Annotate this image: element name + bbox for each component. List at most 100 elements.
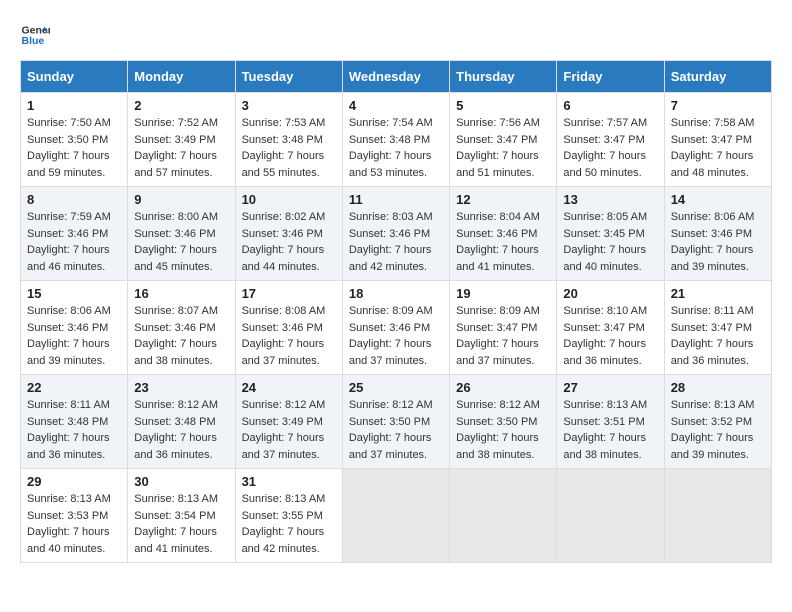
cell-info: Sunrise: 8:12 AMSunset: 3:50 PMDaylight:… (456, 399, 540, 461)
cell-info: Sunrise: 8:05 AMSunset: 3:45 PMDaylight:… (563, 211, 647, 273)
day-number: 27 (563, 380, 657, 395)
calendar-body: 1 Sunrise: 7:50 AMSunset: 3:50 PMDayligh… (21, 93, 772, 563)
cell-info: Sunrise: 7:57 AMSunset: 3:47 PMDaylight:… (563, 117, 647, 179)
day-number: 12 (456, 192, 550, 207)
calendar-week-5: 29 Sunrise: 8:13 AMSunset: 3:53 PMDaylig… (21, 469, 772, 563)
cell-info: Sunrise: 8:06 AMSunset: 3:46 PMDaylight:… (671, 211, 755, 273)
calendar-cell: 6 Sunrise: 7:57 AMSunset: 3:47 PMDayligh… (557, 93, 664, 187)
day-number: 6 (563, 98, 657, 113)
day-number: 29 (27, 474, 121, 489)
calendar-cell: 7 Sunrise: 7:58 AMSunset: 3:47 PMDayligh… (664, 93, 771, 187)
day-number: 9 (134, 192, 228, 207)
cell-info: Sunrise: 8:04 AMSunset: 3:46 PMDaylight:… (456, 211, 540, 273)
cell-info: Sunrise: 8:12 AMSunset: 3:48 PMDaylight:… (134, 399, 218, 461)
calendar-week-3: 15 Sunrise: 8:06 AMSunset: 3:46 PMDaylig… (21, 281, 772, 375)
calendar-cell (557, 469, 664, 563)
day-number: 20 (563, 286, 657, 301)
day-number: 19 (456, 286, 550, 301)
day-number: 22 (27, 380, 121, 395)
calendar-cell: 18 Sunrise: 8:09 AMSunset: 3:46 PMDaylig… (342, 281, 449, 375)
cell-info: Sunrise: 7:58 AMSunset: 3:47 PMDaylight:… (671, 117, 755, 179)
calendar-header-tuesday: Tuesday (235, 61, 342, 93)
calendar-cell: 10 Sunrise: 8:02 AMSunset: 3:46 PMDaylig… (235, 187, 342, 281)
cell-info: Sunrise: 8:11 AMSunset: 3:48 PMDaylight:… (27, 399, 110, 461)
calendar-header-saturday: Saturday (664, 61, 771, 93)
calendar-cell: 31 Sunrise: 8:13 AMSunset: 3:55 PMDaylig… (235, 469, 342, 563)
calendar-header-wednesday: Wednesday (342, 61, 449, 93)
calendar-week-4: 22 Sunrise: 8:11 AMSunset: 3:48 PMDaylig… (21, 375, 772, 469)
calendar-cell: 13 Sunrise: 8:05 AMSunset: 3:45 PMDaylig… (557, 187, 664, 281)
calendar-cell: 8 Sunrise: 7:59 AMSunset: 3:46 PMDayligh… (21, 187, 128, 281)
cell-info: Sunrise: 8:12 AMSunset: 3:49 PMDaylight:… (242, 399, 326, 461)
calendar-header-sunday: Sunday (21, 61, 128, 93)
day-number: 8 (27, 192, 121, 207)
calendar-header-row: SundayMondayTuesdayWednesdayThursdayFrid… (21, 61, 772, 93)
calendar-cell: 25 Sunrise: 8:12 AMSunset: 3:50 PMDaylig… (342, 375, 449, 469)
calendar-cell: 12 Sunrise: 8:04 AMSunset: 3:46 PMDaylig… (450, 187, 557, 281)
logo-icon: General Blue (20, 20, 50, 50)
day-number: 24 (242, 380, 336, 395)
page-header: General Blue (20, 20, 772, 50)
day-number: 31 (242, 474, 336, 489)
calendar-week-2: 8 Sunrise: 7:59 AMSunset: 3:46 PMDayligh… (21, 187, 772, 281)
calendar-cell (342, 469, 449, 563)
day-number: 4 (349, 98, 443, 113)
day-number: 18 (349, 286, 443, 301)
cell-info: Sunrise: 8:13 AMSunset: 3:55 PMDaylight:… (242, 493, 326, 555)
calendar-header-friday: Friday (557, 61, 664, 93)
cell-info: Sunrise: 8:06 AMSunset: 3:46 PMDaylight:… (27, 305, 111, 367)
day-number: 7 (671, 98, 765, 113)
calendar-cell: 19 Sunrise: 8:09 AMSunset: 3:47 PMDaylig… (450, 281, 557, 375)
cell-info: Sunrise: 7:59 AMSunset: 3:46 PMDaylight:… (27, 211, 111, 273)
cell-info: Sunrise: 7:56 AMSunset: 3:47 PMDaylight:… (456, 117, 540, 179)
calendar-cell: 20 Sunrise: 8:10 AMSunset: 3:47 PMDaylig… (557, 281, 664, 375)
day-number: 15 (27, 286, 121, 301)
cell-info: Sunrise: 8:12 AMSunset: 3:50 PMDaylight:… (349, 399, 433, 461)
calendar-week-1: 1 Sunrise: 7:50 AMSunset: 3:50 PMDayligh… (21, 93, 772, 187)
cell-info: Sunrise: 8:13 AMSunset: 3:54 PMDaylight:… (134, 493, 218, 555)
cell-info: Sunrise: 8:08 AMSunset: 3:46 PMDaylight:… (242, 305, 326, 367)
calendar-cell: 30 Sunrise: 8:13 AMSunset: 3:54 PMDaylig… (128, 469, 235, 563)
calendar-cell: 24 Sunrise: 8:12 AMSunset: 3:49 PMDaylig… (235, 375, 342, 469)
calendar-cell: 4 Sunrise: 7:54 AMSunset: 3:48 PMDayligh… (342, 93, 449, 187)
calendar-header-monday: Monday (128, 61, 235, 93)
svg-text:Blue: Blue (22, 35, 45, 47)
cell-info: Sunrise: 8:13 AMSunset: 3:51 PMDaylight:… (563, 399, 647, 461)
cell-info: Sunrise: 8:13 AMSunset: 3:52 PMDaylight:… (671, 399, 755, 461)
cell-info: Sunrise: 8:09 AMSunset: 3:46 PMDaylight:… (349, 305, 433, 367)
calendar-cell: 2 Sunrise: 7:52 AMSunset: 3:49 PMDayligh… (128, 93, 235, 187)
day-number: 5 (456, 98, 550, 113)
calendar-cell: 16 Sunrise: 8:07 AMSunset: 3:46 PMDaylig… (128, 281, 235, 375)
cell-info: Sunrise: 7:50 AMSunset: 3:50 PMDaylight:… (27, 117, 111, 179)
day-number: 26 (456, 380, 550, 395)
cell-info: Sunrise: 8:07 AMSunset: 3:46 PMDaylight:… (134, 305, 218, 367)
day-number: 13 (563, 192, 657, 207)
calendar-cell: 22 Sunrise: 8:11 AMSunset: 3:48 PMDaylig… (21, 375, 128, 469)
day-number: 17 (242, 286, 336, 301)
day-number: 1 (27, 98, 121, 113)
calendar-header-thursday: Thursday (450, 61, 557, 93)
cell-info: Sunrise: 8:00 AMSunset: 3:46 PMDaylight:… (134, 211, 218, 273)
day-number: 28 (671, 380, 765, 395)
calendar-cell: 11 Sunrise: 8:03 AMSunset: 3:46 PMDaylig… (342, 187, 449, 281)
calendar-cell: 5 Sunrise: 7:56 AMSunset: 3:47 PMDayligh… (450, 93, 557, 187)
calendar-cell: 1 Sunrise: 7:50 AMSunset: 3:50 PMDayligh… (21, 93, 128, 187)
calendar-cell: 28 Sunrise: 8:13 AMSunset: 3:52 PMDaylig… (664, 375, 771, 469)
cell-info: Sunrise: 7:53 AMSunset: 3:48 PMDaylight:… (242, 117, 326, 179)
day-number: 3 (242, 98, 336, 113)
logo: General Blue (20, 20, 50, 50)
day-number: 30 (134, 474, 228, 489)
calendar-cell: 3 Sunrise: 7:53 AMSunset: 3:48 PMDayligh… (235, 93, 342, 187)
day-number: 14 (671, 192, 765, 207)
cell-info: Sunrise: 8:11 AMSunset: 3:47 PMDaylight:… (671, 305, 754, 367)
day-number: 21 (671, 286, 765, 301)
cell-info: Sunrise: 7:52 AMSunset: 3:49 PMDaylight:… (134, 117, 218, 179)
calendar-cell: 21 Sunrise: 8:11 AMSunset: 3:47 PMDaylig… (664, 281, 771, 375)
calendar-cell: 23 Sunrise: 8:12 AMSunset: 3:48 PMDaylig… (128, 375, 235, 469)
calendar-cell: 26 Sunrise: 8:12 AMSunset: 3:50 PMDaylig… (450, 375, 557, 469)
cell-info: Sunrise: 8:03 AMSunset: 3:46 PMDaylight:… (349, 211, 433, 273)
calendar-cell: 29 Sunrise: 8:13 AMSunset: 3:53 PMDaylig… (21, 469, 128, 563)
cell-info: Sunrise: 8:13 AMSunset: 3:53 PMDaylight:… (27, 493, 111, 555)
cell-info: Sunrise: 8:02 AMSunset: 3:46 PMDaylight:… (242, 211, 326, 273)
calendar-cell: 15 Sunrise: 8:06 AMSunset: 3:46 PMDaylig… (21, 281, 128, 375)
